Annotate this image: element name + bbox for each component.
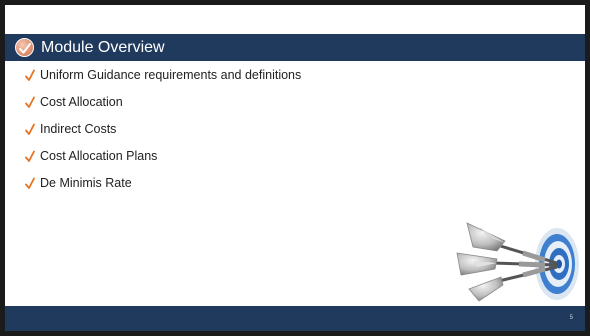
checkmark-icon xyxy=(25,96,35,108)
darts-target-icon xyxy=(456,222,579,302)
list-item: Indirect Costs xyxy=(25,121,301,148)
checkmark-icon xyxy=(25,150,35,162)
slide-title: Module Overview xyxy=(41,39,165,56)
bullet-text: Cost Allocation Plans xyxy=(40,149,158,163)
checkmark-icon xyxy=(25,69,35,81)
header-bar: Module Overview xyxy=(5,34,585,61)
bullet-text: Cost Allocation xyxy=(40,95,123,109)
list-item: Uniform Guidance requirements and defini… xyxy=(25,67,301,94)
slide: Module Overview Uniform Guidance require… xyxy=(5,5,585,331)
page-number: 5 xyxy=(569,315,573,321)
list-item: De Minimis Rate xyxy=(25,175,301,202)
footer-bar: 5 xyxy=(5,306,585,331)
bullet-text: De Minimis Rate xyxy=(40,176,132,190)
bullet-list: Uniform Guidance requirements and defini… xyxy=(25,67,301,202)
bullet-text: Indirect Costs xyxy=(40,122,117,136)
checkmark-icon xyxy=(25,123,35,135)
bullet-text: Uniform Guidance requirements and defini… xyxy=(40,68,302,82)
checkmark-icon xyxy=(25,177,35,189)
list-item: Cost Allocation xyxy=(25,94,301,121)
checkmark-badge-icon xyxy=(15,38,34,57)
list-item: Cost Allocation Plans xyxy=(25,148,301,175)
